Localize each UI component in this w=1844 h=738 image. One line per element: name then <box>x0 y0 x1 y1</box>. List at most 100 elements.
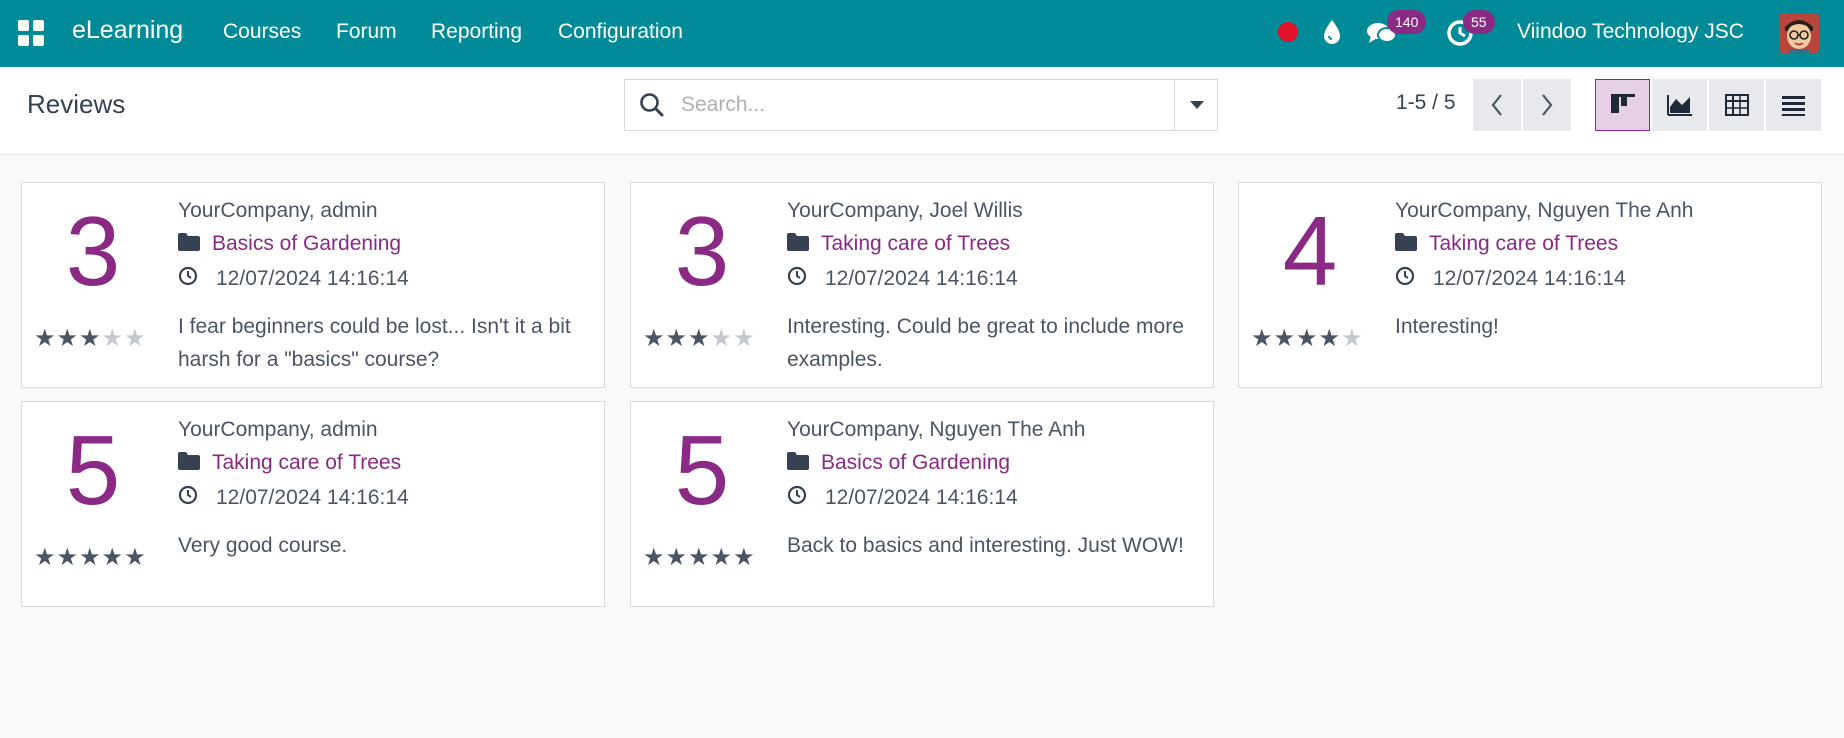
pivot-view-button[interactable] <box>1709 79 1764 131</box>
course-link[interactable]: Basics of Gardening <box>821 451 1010 475</box>
star-icon: ★ <box>56 325 79 352</box>
star-icon: ★ <box>101 325 124 352</box>
rating-stars: ★ ★ ★ ★ ★ <box>34 327 146 351</box>
water-drop-icon[interactable] <box>1320 18 1344 46</box>
review-card[interactable]: 4 ★ ★ ★ ★ ★ YourCompany, Nguyen The Anh Taki… <box>1238 182 1822 388</box>
top-navbar: eLearning Courses Forum Reporting Config… <box>0 0 1844 67</box>
rating-value: 5 <box>674 415 730 525</box>
clock-icon <box>1395 266 1415 291</box>
date-row: 12/07/2024 14:16:14 <box>178 485 409 510</box>
clock-icon <box>787 485 807 510</box>
menu-forum[interactable]: Forum <box>336 20 397 44</box>
date-row: 12/07/2024 14:16:14 <box>787 266 1018 291</box>
control-panel: Reviews 1-5 / 5 <box>0 67 1844 155</box>
star-icon: ★ <box>710 544 733 571</box>
avatar[interactable] <box>1779 13 1819 53</box>
star-icon: ★ <box>1251 325 1273 352</box>
star-icon: ★ <box>1296 325 1318 352</box>
date-row: 12/07/2024 14:16:14 <box>178 266 409 291</box>
star-icon: ★ <box>665 325 688 352</box>
page-title: Reviews <box>27 89 126 119</box>
review-date: 12/07/2024 14:16:14 <box>216 485 409 509</box>
review-author: YourCompany, Nguyen The Anh <box>787 418 1086 441</box>
course-link[interactable]: Taking care of Trees <box>1429 232 1618 256</box>
course-row: Basics of Gardening <box>178 232 401 256</box>
course-row: Taking care of Trees <box>1395 232 1618 256</box>
star-icon: ★ <box>124 544 146 571</box>
search-icon <box>639 92 665 123</box>
review-card[interactable]: 3 ★ ★ ★ ★ ★ YourCompany, Joel Willis Taking … <box>630 182 1214 388</box>
review-comment: Interesting! <box>1395 315 1499 338</box>
rating-value: 4 <box>1282 196 1338 306</box>
clock-icon <box>178 266 198 291</box>
course-row: Taking care of Trees <box>178 451 401 475</box>
review-date: 12/07/2024 14:16:14 <box>216 266 409 290</box>
graph-view-button[interactable] <box>1652 79 1707 131</box>
company-switcher[interactable]: Viindoo Technology JSC <box>1517 20 1744 44</box>
apps-menu-icon[interactable] <box>18 20 44 46</box>
clock-icon <box>787 266 807 291</box>
kanban-view-button[interactable] <box>1595 79 1650 131</box>
folder-icon <box>178 232 200 256</box>
folder-icon <box>178 451 200 475</box>
menu-configuration[interactable]: Configuration <box>558 20 683 44</box>
star-icon: ★ <box>733 544 755 571</box>
star-icon: ★ <box>688 544 710 571</box>
star-icon: ★ <box>643 544 665 571</box>
rating-stars: ★ ★ ★ ★ ★ <box>643 327 755 351</box>
folder-icon <box>1395 232 1417 256</box>
rating-stars: ★ ★ ★ ★ ★ <box>1251 327 1363 351</box>
course-link[interactable]: Taking care of Trees <box>212 451 401 475</box>
star-icon: ★ <box>688 325 710 352</box>
course-link[interactable]: Taking care of Trees <box>821 232 1010 256</box>
review-date: 12/07/2024 14:16:14 <box>825 485 1018 509</box>
review-card[interactable]: 3 ★ ★ ★ ★ ★ YourCompany, admin Basics of Gar… <box>21 182 605 388</box>
review-author: YourCompany, Joel Willis <box>787 199 1023 222</box>
review-author: YourCompany, admin <box>178 418 378 441</box>
review-card[interactable]: 5 ★ ★ ★ ★ ★ YourCompany, admin Taking care o… <box>21 401 605 607</box>
activities-badge: 55 <box>1463 10 1495 34</box>
review-comment: Back to basics and interesting. Just WOW… <box>787 534 1184 557</box>
star-icon: ★ <box>1318 325 1341 352</box>
record-icon[interactable] <box>1278 22 1298 42</box>
review-date: 12/07/2024 14:16:14 <box>825 266 1018 290</box>
review-date: 12/07/2024 14:16:14 <box>1433 266 1626 290</box>
star-icon: ★ <box>79 544 101 571</box>
list-view-button[interactable] <box>1766 79 1821 131</box>
star-icon: ★ <box>56 544 79 571</box>
star-icon: ★ <box>1341 325 1363 352</box>
search-options-toggle[interactable] <box>1174 79 1218 131</box>
star-icon: ★ <box>1273 325 1296 352</box>
rating-value: 3 <box>674 196 730 306</box>
course-row: Taking care of Trees <box>787 232 1010 256</box>
menu-courses[interactable]: Courses <box>223 20 301 44</box>
rating-stars: ★ ★ ★ ★ ★ <box>34 546 146 570</box>
rating-value: 3 <box>65 196 121 306</box>
star-icon: ★ <box>101 544 124 571</box>
pager-previous-button[interactable] <box>1473 79 1521 131</box>
search-bar[interactable] <box>624 79 1175 131</box>
review-author: YourCompany, Nguyen The Anh <box>1395 199 1694 222</box>
course-row: Basics of Gardening <box>787 451 1010 475</box>
search-input[interactable] <box>681 90 1161 120</box>
pager-value[interactable]: 1-5 / 5 <box>1396 91 1456 115</box>
star-icon: ★ <box>34 325 56 352</box>
date-row: 12/07/2024 14:16:14 <box>1395 266 1626 291</box>
review-comment: Interesting. Could be great to include m… <box>787 315 1184 371</box>
review-comment: I fear beginners could be lost... Isn't … <box>178 315 571 371</box>
date-row: 12/07/2024 14:16:14 <box>787 485 1018 510</box>
review-author: YourCompany, admin <box>178 199 378 222</box>
course-link[interactable]: Basics of Gardening <box>212 232 401 256</box>
star-icon: ★ <box>665 544 688 571</box>
pager-next-button[interactable] <box>1523 79 1571 131</box>
star-icon: ★ <box>34 544 56 571</box>
folder-icon <box>787 232 809 256</box>
review-comment: Very good course. <box>178 534 348 557</box>
app-brand[interactable]: eLearning <box>72 16 183 45</box>
review-card[interactable]: 5 ★ ★ ★ ★ ★ YourCompany, Nguyen The Anh Basi… <box>630 401 1214 607</box>
messages-badge: 140 <box>1387 10 1427 34</box>
star-icon: ★ <box>733 325 755 352</box>
menu-reporting[interactable]: Reporting <box>431 20 522 44</box>
star-icon: ★ <box>710 325 733 352</box>
star-icon: ★ <box>79 325 101 352</box>
